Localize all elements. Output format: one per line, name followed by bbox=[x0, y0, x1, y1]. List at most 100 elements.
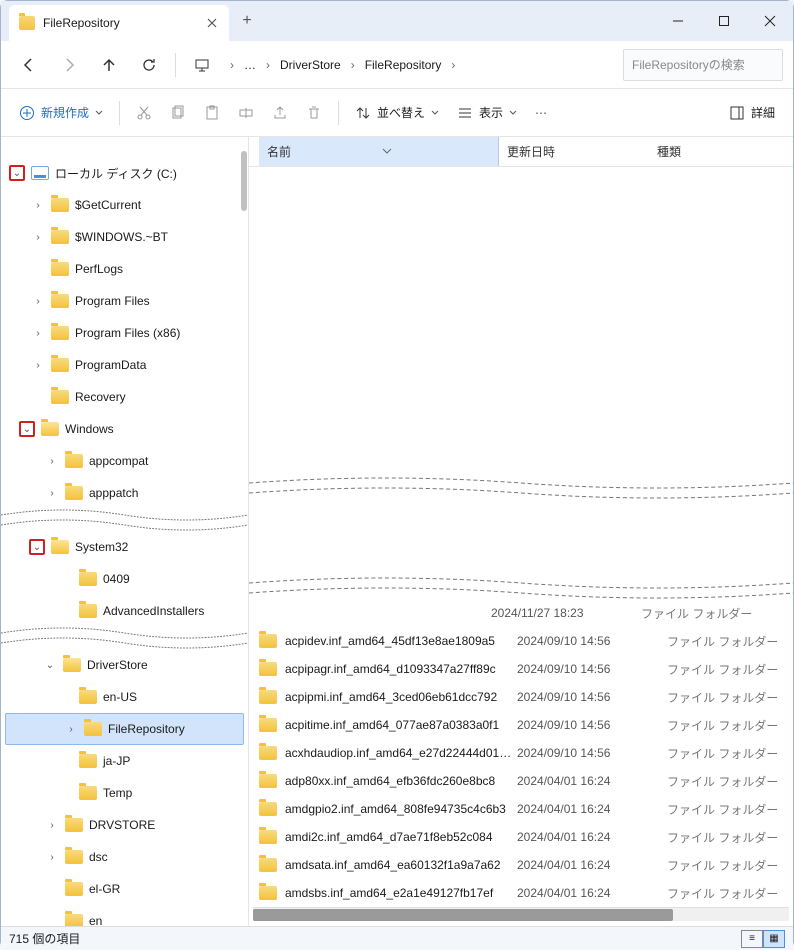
breadcrumb-item[interactable]: DriverStore bbox=[274, 56, 347, 74]
tree-item[interactable]: ›DRVSTORE bbox=[1, 809, 248, 841]
breadcrumb-item[interactable]: FileRepository bbox=[359, 56, 448, 74]
details-view-button[interactable]: ▦ bbox=[763, 930, 785, 948]
tree-label: PerfLogs bbox=[75, 262, 123, 276]
file-row[interactable]: amdi2c.inf_amd64_d7ae71f8eb52c0842024/04… bbox=[249, 823, 793, 851]
folder-icon bbox=[51, 540, 69, 554]
file-row[interactable]: acpitime.inf_amd64_077ae87a0383a0f12024/… bbox=[249, 711, 793, 739]
tree-item[interactable]: ›dsc bbox=[1, 841, 248, 873]
tree-item[interactable]: ›en bbox=[1, 905, 248, 926]
file-row[interactable]: 2024/11/27 18:23ファイル フォルダー bbox=[249, 599, 793, 627]
h-scrollbar[interactable] bbox=[253, 907, 789, 921]
tree-scrollbar[interactable] bbox=[241, 151, 247, 211]
tree-windows[interactable]: ⌄ Windows bbox=[1, 413, 248, 445]
tree-label: Recovery bbox=[75, 390, 126, 404]
chevron-icon[interactable]: › bbox=[45, 456, 59, 467]
tree-item[interactable]: ›en-US bbox=[1, 681, 248, 713]
paste-button[interactable] bbox=[196, 96, 228, 130]
folder-icon bbox=[79, 572, 97, 586]
tree-item[interactable]: › $GetCurrent bbox=[1, 189, 248, 221]
details-pane-button[interactable]: 詳細 bbox=[721, 96, 783, 130]
file-type: ファイル フォルダー bbox=[667, 773, 793, 790]
sort-button[interactable]: 並べ替え bbox=[347, 96, 447, 130]
tree-item[interactable]: ›apppatch bbox=[1, 477, 248, 509]
search-input[interactable]: FileRepositoryの検索 bbox=[623, 49, 783, 81]
breadcrumb[interactable]: › … › DriverStore › FileRepository › bbox=[224, 49, 619, 81]
tree-item[interactable]: ›Temp bbox=[1, 777, 248, 809]
file-row[interactable]: acpipmi.inf_amd64_3ced06eb61dcc7922024/0… bbox=[249, 683, 793, 711]
chevron-icon[interactable]: › bbox=[31, 360, 45, 371]
minimize-button[interactable] bbox=[655, 1, 701, 41]
chevron-right-icon[interactable]: › bbox=[264, 58, 272, 72]
list-view-button[interactable]: ≡ bbox=[741, 930, 763, 948]
item-count: 715 個の項目 bbox=[9, 930, 80, 947]
pc-icon[interactable] bbox=[184, 47, 220, 83]
col-type[interactable]: 種類 bbox=[649, 137, 793, 166]
close-window-button[interactable] bbox=[747, 1, 793, 41]
share-button[interactable] bbox=[264, 96, 296, 130]
tree-item[interactable]: ›0409 bbox=[1, 563, 248, 595]
tree-item[interactable]: ›PerfLogs bbox=[1, 253, 248, 285]
tree-item[interactable]: ›Program Files bbox=[1, 285, 248, 317]
chevron-icon[interactable]: › bbox=[45, 820, 59, 831]
tree-item[interactable]: ›ja-JP bbox=[1, 745, 248, 777]
new-tab-button[interactable]: + bbox=[229, 1, 265, 41]
file-row[interactable]: acxhdaudiop.inf_amd64_e27d22444d0170..20… bbox=[249, 739, 793, 767]
rename-button[interactable] bbox=[230, 96, 262, 130]
tree-item[interactable]: › appcompat bbox=[1, 445, 248, 477]
chevron-icon[interactable]: › bbox=[31, 200, 45, 211]
chevron-icon[interactable]: › bbox=[64, 724, 78, 735]
tree-item[interactable]: ›ProgramData bbox=[1, 349, 248, 381]
tree-system32[interactable]: ⌄ System32 bbox=[1, 531, 248, 563]
tree-item[interactable]: ›Recovery bbox=[1, 381, 248, 413]
chevron-down-icon[interactable]: ⌄ bbox=[9, 165, 25, 181]
tree-root[interactable]: ⌄ ローカル ディスク (C:) bbox=[1, 157, 248, 189]
col-name[interactable]: 名前 bbox=[259, 137, 499, 166]
active-tab[interactable]: FileRepository bbox=[9, 5, 229, 41]
col-date[interactable]: 更新日時 bbox=[499, 137, 649, 166]
cut-button[interactable] bbox=[128, 96, 160, 130]
chevron-icon[interactable]: › bbox=[45, 852, 59, 863]
view-button[interactable]: 表示 bbox=[449, 96, 525, 130]
tree-item[interactable]: ›Program Files (x86) bbox=[1, 317, 248, 349]
chevron-down-icon[interactable]: ⌄ bbox=[43, 660, 57, 671]
breadcrumb-ellipsis[interactable]: … bbox=[238, 56, 262, 74]
more-button[interactable]: ⋯ bbox=[527, 96, 555, 130]
file-name: adp80xx.inf_amd64_efb36fdc260e8bc8 bbox=[285, 774, 517, 788]
tree-driverstore[interactable]: ⌄ DriverStore bbox=[1, 649, 248, 681]
up-button[interactable] bbox=[91, 47, 127, 83]
forward-button[interactable] bbox=[51, 47, 87, 83]
tree-item[interactable]: ›el-GR bbox=[1, 873, 248, 905]
file-row[interactable]: amdsbs.inf_amd64_e2a1e49127fb17ef2024/04… bbox=[249, 879, 793, 907]
file-row[interactable]: amdsata.inf_amd64_ea60132f1a9a7a622024/0… bbox=[249, 851, 793, 879]
chevron-icon[interactable]: › bbox=[31, 328, 45, 339]
chevron-right-icon[interactable]: › bbox=[349, 58, 357, 72]
tree-item[interactable]: ›$WINDOWS.~BT bbox=[1, 221, 248, 253]
chevron-down-icon[interactable]: ⌄ bbox=[19, 421, 35, 437]
new-button[interactable]: 新規作成 bbox=[11, 96, 111, 130]
chevron-icon[interactable]: › bbox=[31, 232, 45, 243]
copy-button[interactable] bbox=[162, 96, 194, 130]
tree-label: ja-JP bbox=[103, 754, 130, 768]
file-date: 2024/04/01 16:24 bbox=[517, 774, 667, 788]
chevron-right-icon[interactable]: › bbox=[449, 58, 457, 72]
maximize-button[interactable] bbox=[701, 1, 747, 41]
refresh-button[interactable] bbox=[131, 47, 167, 83]
file-row[interactable]: acpipagr.inf_amd64_d1093347a27ff89c2024/… bbox=[249, 655, 793, 683]
chevron-icon[interactable]: › bbox=[31, 296, 45, 307]
file-row[interactable]: acpidev.inf_amd64_45df13e8ae1809a52024/0… bbox=[249, 627, 793, 655]
tree-label: $GetCurrent bbox=[75, 198, 141, 212]
chevron-down-icon[interactable]: ⌄ bbox=[29, 539, 45, 555]
close-tab-icon[interactable] bbox=[205, 16, 219, 30]
tree-label: appcompat bbox=[89, 454, 148, 468]
tree-item[interactable]: ›FileRepository bbox=[5, 713, 244, 745]
chevron-icon[interactable]: › bbox=[45, 488, 59, 499]
folder-icon bbox=[51, 358, 69, 372]
tree-item[interactable]: ›AdvancedInstallers bbox=[1, 595, 248, 627]
file-row[interactable]: amdgpio2.inf_amd64_808fe94735c4c6b32024/… bbox=[249, 795, 793, 823]
delete-button[interactable] bbox=[298, 96, 330, 130]
tree-label: en bbox=[89, 914, 102, 926]
chevron-right-icon[interactable]: › bbox=[228, 58, 236, 72]
file-row[interactable]: adp80xx.inf_amd64_efb36fdc260e8bc82024/0… bbox=[249, 767, 793, 795]
file-type: ファイル フォルダー bbox=[667, 801, 793, 818]
back-button[interactable] bbox=[11, 47, 47, 83]
